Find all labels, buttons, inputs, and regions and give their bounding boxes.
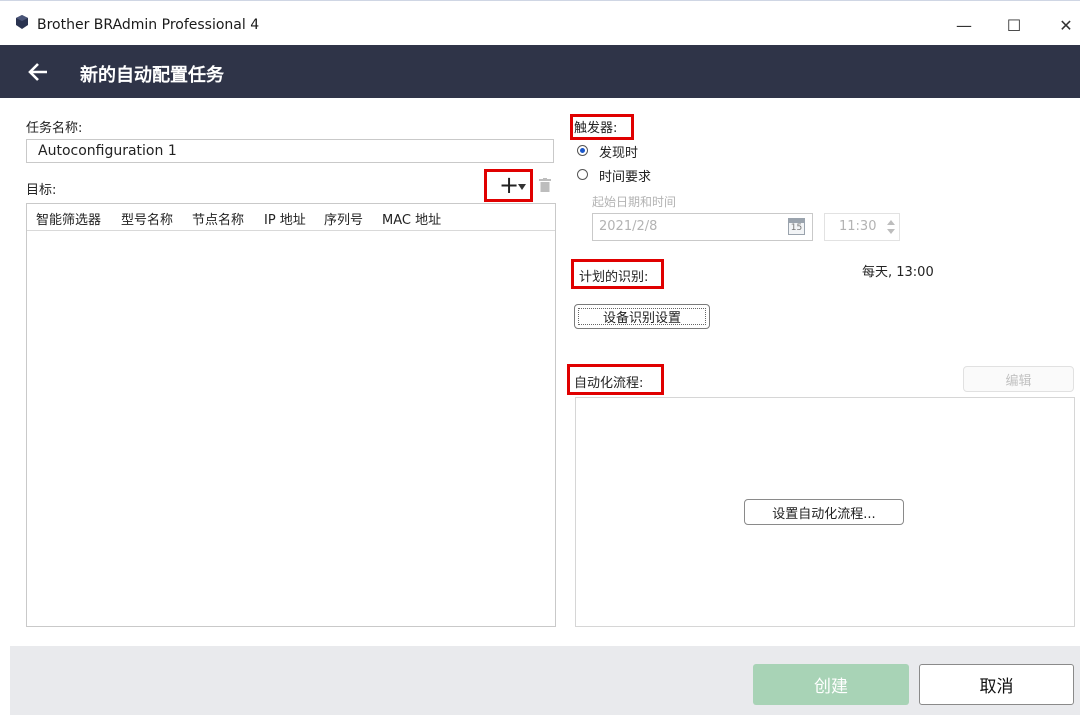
schedule-label[interactable]: 时间要求	[599, 166, 651, 185]
calendar-day: 15	[790, 223, 803, 233]
minimize-button[interactable]: —	[944, 10, 984, 40]
automation-flow-label: 自动化流程:	[574, 376, 644, 391]
start-time-field: 11:30	[824, 213, 900, 241]
window-title: Brother BRAdmin Professional 4	[37, 17, 260, 33]
column-smart-filter[interactable]: 智能筛选器	[36, 209, 101, 228]
dropdown-arrow-icon[interactable]	[518, 184, 526, 190]
radio-selected-dot	[580, 148, 585, 153]
task-name-input[interactable]	[26, 139, 554, 163]
column-ip-address[interactable]: IP 地址	[264, 209, 306, 228]
table-header: 智能筛选器 型号名称 节点名称 IP 地址 序列号 MAC 地址	[27, 204, 555, 231]
close-button[interactable]: ✕	[1046, 10, 1080, 40]
on-discovery-label[interactable]: 发现时	[599, 142, 638, 161]
add-target-button[interactable]: +	[499, 171, 519, 199]
page-title: 新的自动配置任务	[80, 65, 224, 86]
time-spinner-icon	[887, 220, 895, 234]
calendar-icon: 15	[788, 218, 805, 235]
app-logo-icon	[16, 15, 28, 29]
column-serial-number[interactable]: 序列号	[324, 209, 363, 228]
start-time-value: 11:30	[839, 219, 877, 234]
radio-on-discovery[interactable]	[577, 145, 588, 156]
edit-button[interactable]: 编辑	[963, 366, 1074, 392]
scheduled-identification-label: 计划的识别:	[579, 270, 649, 285]
maximize-icon: ☐	[1006, 15, 1022, 35]
trash-icon	[539, 178, 551, 192]
plus-icon: +	[499, 171, 520, 199]
start-date-value: 2021/2/8	[599, 219, 658, 234]
minimize-icon: —	[956, 15, 972, 35]
back-arrow-icon[interactable]	[27, 61, 49, 83]
target-label: 目标:	[26, 183, 57, 198]
radio-schedule[interactable]	[577, 169, 588, 180]
cancel-button[interactable]: 取消	[919, 664, 1074, 705]
column-model-name[interactable]: 型号名称	[121, 209, 173, 228]
column-node-name[interactable]: 节点名称	[192, 209, 244, 228]
start-datetime-label: 起始日期和时间	[592, 195, 677, 209]
device-identification-settings-button[interactable]: 设备识别设置	[574, 304, 710, 329]
trigger-label: 触发器:	[574, 121, 618, 136]
create-button[interactable]: 创建	[753, 664, 909, 705]
maximize-button[interactable]: ☐	[994, 10, 1034, 40]
identification-schedule-value: 每天, 13:00	[862, 265, 934, 280]
close-icon: ✕	[1059, 15, 1073, 35]
column-mac-address[interactable]: MAC 地址	[382, 209, 441, 228]
target-device-table[interactable]: 智能筛选器 型号名称 节点名称 IP 地址 序列号 MAC 地址	[26, 203, 556, 627]
start-date-field: 2021/2/8 15	[592, 213, 813, 241]
focus-outline	[578, 308, 706, 325]
task-name-label: 任务名称:	[26, 121, 83, 136]
setup-automation-flow-button[interactable]: 设置自动化流程...	[744, 499, 904, 525]
